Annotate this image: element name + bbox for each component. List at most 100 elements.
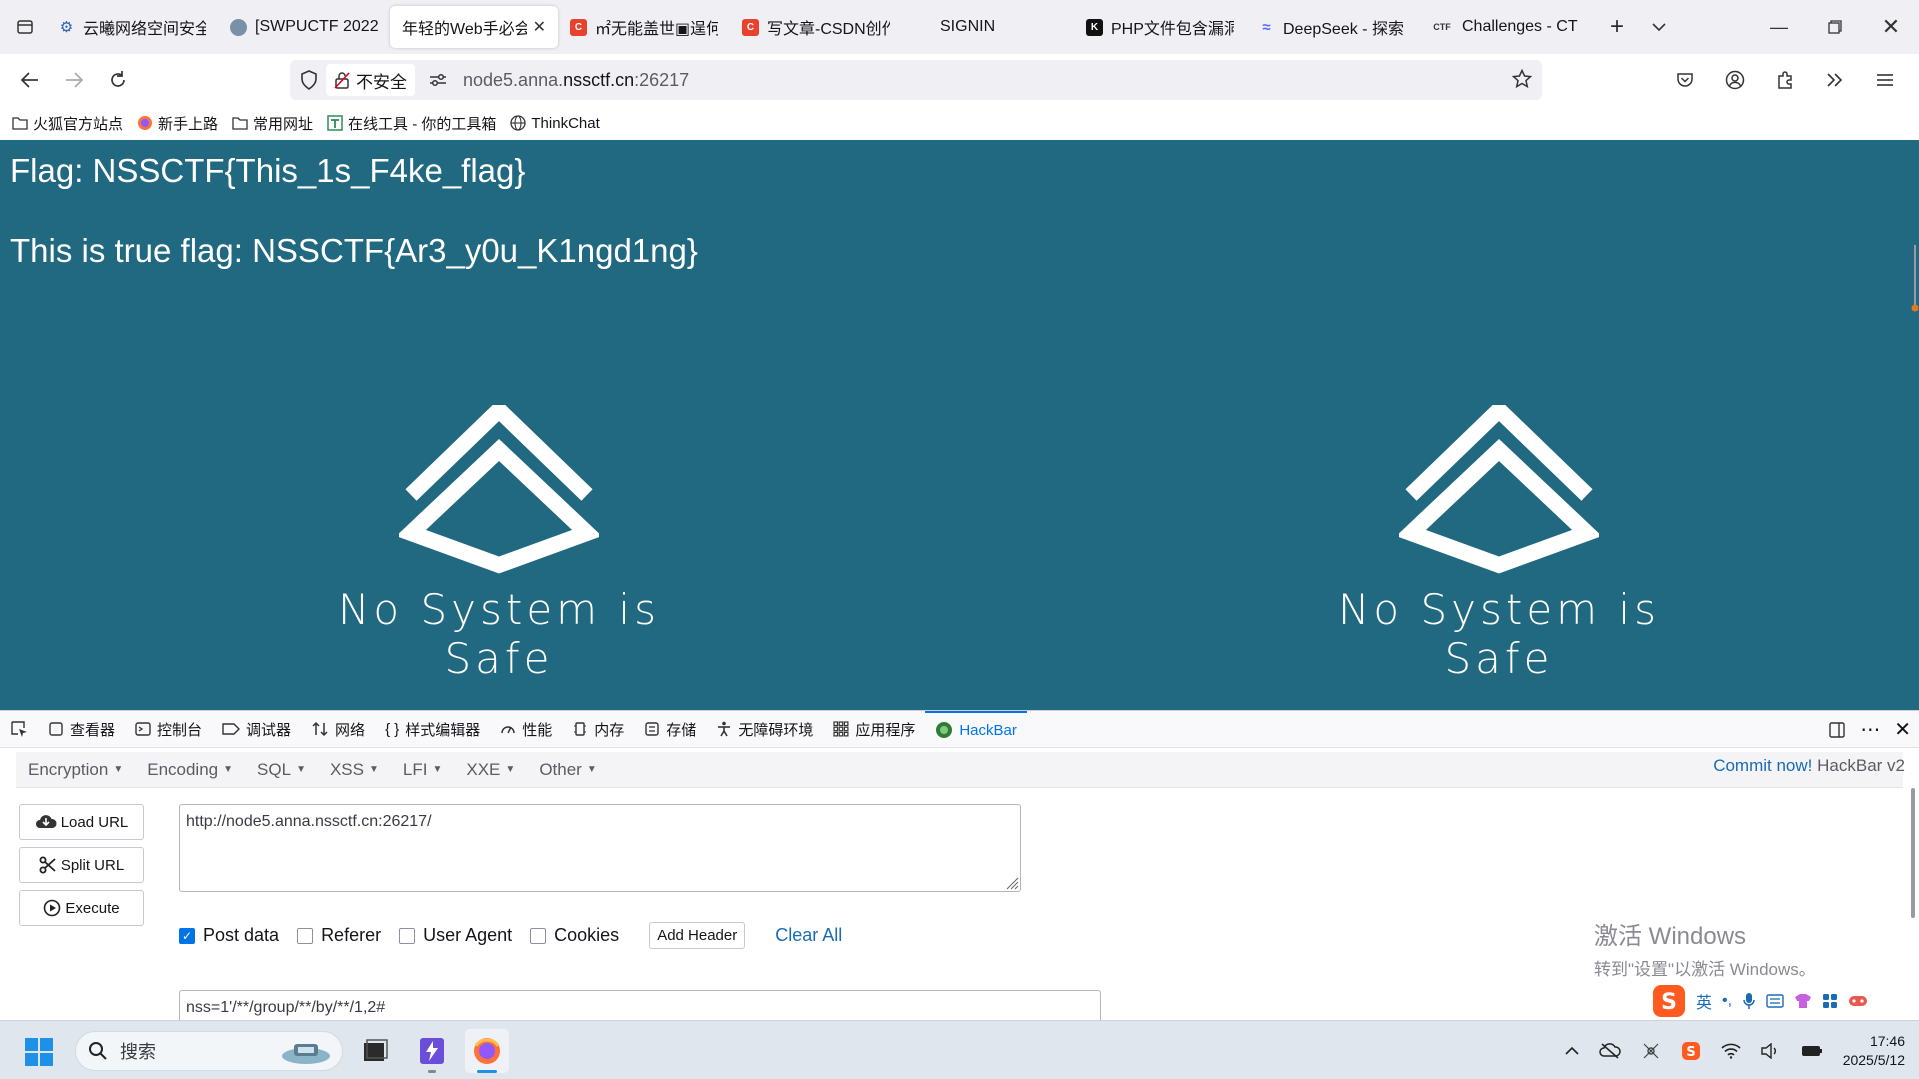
close-devtools-icon[interactable]: ✕ — [1894, 717, 1911, 742]
tab-1[interactable]: [SWPUCTF 2022 — [218, 6, 390, 48]
devtools-tab-8[interactable]: 无障碍环境 — [706, 711, 823, 748]
hackbar-menu-0[interactable]: Encryption ▼ — [16, 760, 135, 780]
devtools-more-icon[interactable]: ⋯ — [1860, 720, 1880, 740]
ime-punctuation-icon[interactable]: •, — [1722, 992, 1732, 1010]
hackbar-menu-4[interactable]: LFI ▼ — [391, 760, 454, 780]
extensions-icon[interactable] — [1763, 60, 1807, 100]
commit-link-text[interactable]: Commit now! — [1713, 756, 1812, 775]
taskbar-app-terminal[interactable] — [353, 1029, 397, 1073]
sogou-tray-icon[interactable]: S — [1681, 1041, 1701, 1061]
devtools-tab-1[interactable]: 控制台 — [125, 711, 212, 748]
clear-all-link[interactable]: Clear All — [775, 925, 842, 946]
shield-icon[interactable] — [300, 70, 318, 90]
bookmark-thinkchat[interactable]: ThinkChat — [510, 115, 600, 132]
forward-button[interactable] — [52, 60, 96, 100]
back-button[interactable] — [8, 60, 52, 100]
ime-voice-icon[interactable] — [1742, 992, 1756, 1010]
new-tab-button[interactable]: + — [1596, 7, 1638, 47]
hackbar-menu-3[interactable]: XSS ▼ — [318, 760, 391, 780]
hackbar-menu-5[interactable]: XXE ▼ — [454, 760, 527, 780]
wifi-icon[interactable] — [1721, 1043, 1741, 1059]
user-agent-option[interactable]: User Agent — [399, 925, 512, 946]
option-label: Post data — [203, 925, 280, 945]
split-url-button[interactable]: Split URL — [19, 847, 144, 883]
bookmark-star-icon[interactable] — [1512, 69, 1532, 89]
tab-2[interactable]: 年轻的Web手必会 ✕ — [390, 6, 558, 48]
bookmark-firefox-official[interactable]: 火狐官方站点 — [12, 113, 123, 134]
hackbar-commit-link[interactable]: Commit now! HackBar v2 — [1713, 756, 1905, 776]
restore-button[interactable] — [1807, 0, 1863, 54]
devtools-tab-6[interactable]: 内存 — [562, 711, 634, 748]
load-url-button[interactable]: Load URL — [19, 804, 144, 840]
hackbar-menu-2[interactable]: SQL ▼ — [245, 760, 318, 780]
onedrive-offline-icon[interactable] — [1598, 1042, 1621, 1059]
battery-icon[interactable] — [1801, 1044, 1823, 1058]
tab-5[interactable]: SIGNIN — [902, 6, 1074, 48]
referer-option[interactable]: Referer — [297, 925, 381, 946]
reload-button[interactable] — [96, 60, 140, 100]
insecure-connection-indicator[interactable]: 不安全 — [326, 64, 415, 96]
url-text[interactable]: node5.anna.nssctf.cn:26217 — [463, 70, 689, 91]
taskbar-app-firefox[interactable] — [465, 1029, 509, 1073]
devtools-tab-9[interactable]: 应用程序 — [823, 711, 925, 748]
taskbar-app-visual-studio[interactable] — [410, 1029, 454, 1073]
add-header-button[interactable]: Add Header — [649, 922, 746, 949]
devtools-tab-0[interactable]: 查看器 — [38, 711, 125, 748]
taskbar-clock[interactable]: 17:46 2025/5/12 — [1843, 1032, 1905, 1070]
url-textarea[interactable]: http://node5.anna.nssctf.cn:26217/ — [179, 804, 1021, 892]
devtools-tab-3[interactable]: 网络 — [301, 711, 375, 748]
cookies-option[interactable]: Cookies — [530, 925, 619, 946]
windows-start-icon[interactable] — [24, 1037, 54, 1072]
devtools-tab-7[interactable]: 存储 — [634, 711, 706, 748]
page-content: Flag: NSSCTF{This_1s_F4ke_flag} This is … — [0, 140, 1919, 710]
execute-button[interactable]: Execute — [19, 890, 144, 926]
tab-7[interactable]: ≈ DeepSeek - 探索 — [1246, 6, 1418, 48]
ime-apps-icon[interactable] — [1822, 993, 1838, 1009]
dock-side-icon[interactable] — [1828, 721, 1846, 739]
ime-game-icon[interactable] — [1848, 994, 1868, 1008]
devtools-tab-10[interactable]: HackBar — [925, 710, 1027, 748]
account-icon[interactable] — [1713, 60, 1757, 100]
textarea-resize-handle[interactable] — [1005, 876, 1019, 890]
close-tab-icon[interactable]: ✕ — [533, 17, 546, 37]
chevron-up-icon[interactable] — [1565, 1046, 1579, 1056]
bookmark-common-sites[interactable]: 常用网址 — [232, 113, 313, 134]
close-window-button[interactable]: ✕ — [1863, 0, 1919, 54]
user-agent-checkbox[interactable] — [399, 927, 416, 944]
url-bar[interactable]: 不安全 node5.anna.nssctf.cn:26217 — [290, 60, 1542, 100]
cookies-checkbox[interactable] — [530, 927, 547, 944]
bookmark-online-tools[interactable]: 在线工具 - 你的工具箱 — [327, 113, 496, 134]
devtools-tab-2[interactable]: 调试器 — [212, 711, 301, 748]
post-data-checkbox[interactable]: ✓ — [179, 927, 195, 944]
sogou-icon[interactable]: S — [1652, 984, 1686, 1018]
bookmark-getting-started[interactable]: 新手上路 — [137, 113, 218, 134]
ime-skin-icon[interactable] — [1794, 993, 1812, 1009]
tab-0[interactable]: ⚙ 云曦网络空间安全 — [46, 6, 218, 48]
hackbar-menu-6[interactable]: Other ▼ — [527, 760, 608, 780]
tab-4[interactable]: C 写文章-CSDN创作 — [730, 6, 902, 48]
post-data-textarea[interactable]: nss=1'/**/group/**/by/**/1,2# — [179, 990, 1101, 1024]
referer-checkbox[interactable] — [297, 927, 314, 944]
ime-language[interactable]: 英 — [1696, 989, 1712, 1013]
taskbar-search-box[interactable]: 搜索 — [75, 1031, 343, 1071]
tab-3[interactable]: C ㎡无能盖世▣逞何 — [558, 6, 730, 48]
permissions-icon[interactable] — [429, 73, 447, 87]
tab-6[interactable]: K PHP文件包含漏洞 — [1074, 6, 1246, 48]
pocket-icon[interactable] — [1663, 60, 1707, 100]
tab-overview-icon[interactable] — [4, 7, 46, 47]
ime-keyboard-icon[interactable] — [1766, 994, 1784, 1008]
hackbar-menu-1[interactable]: Encoding ▼ — [135, 760, 245, 780]
network-app-icon[interactable] — [1641, 1041, 1661, 1061]
post-data-option[interactable]: ✓ Post data — [179, 925, 279, 946]
hackbar-scrollbar[interactable] — [1911, 788, 1915, 918]
minimize-button[interactable]: — — [1751, 0, 1807, 54]
more-tools-icon[interactable] — [1813, 60, 1857, 100]
devtools-tab-5[interactable]: 性能 — [490, 711, 562, 748]
list-all-tabs-icon[interactable] — [1638, 7, 1680, 47]
volume-icon[interactable] — [1761, 1042, 1781, 1059]
tab-8[interactable]: CTF Challenges - CTF — [1418, 6, 1590, 48]
menu-icon[interactable] — [1863, 60, 1907, 100]
devtools-tab-4[interactable]: { } 样式编辑器 — [375, 711, 490, 748]
page-scrollbar[interactable] — [1911, 245, 1919, 315]
element-picker-icon[interactable] — [0, 711, 38, 748]
